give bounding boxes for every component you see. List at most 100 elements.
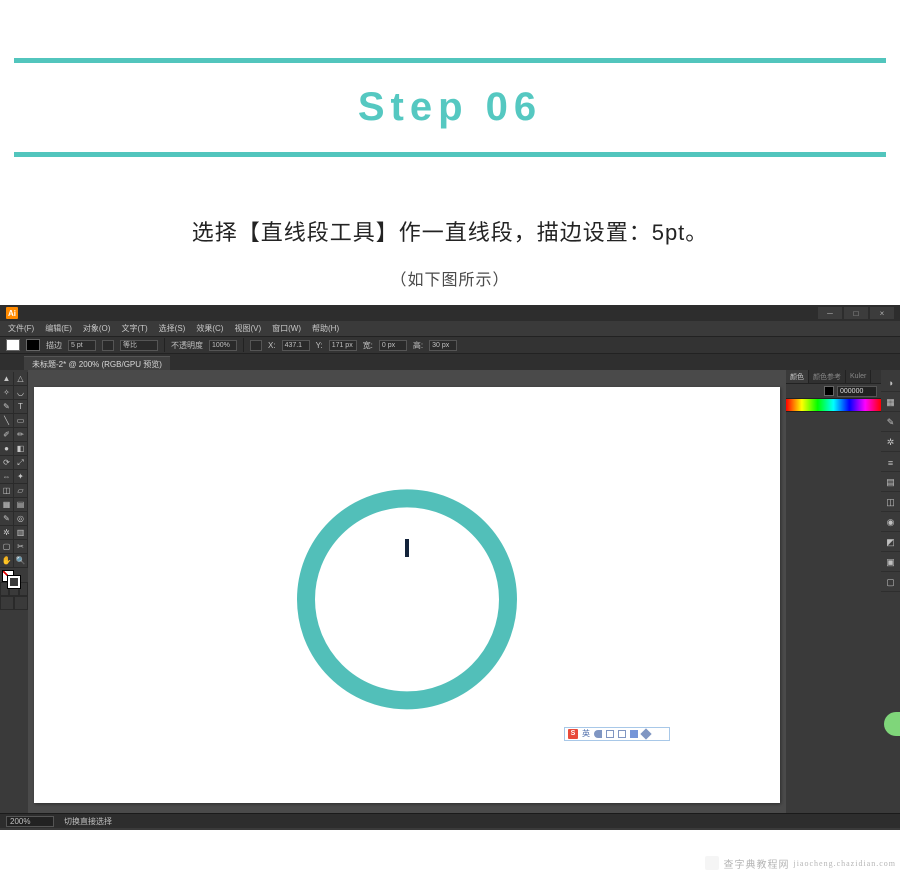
watermark-badge-icon — [705, 856, 719, 870]
menu-effect[interactable]: 效果(C) — [196, 323, 223, 334]
x-field[interactable]: 437.1 — [282, 340, 310, 351]
circle-shape — [297, 489, 517, 709]
hex-swatch[interactable] — [824, 386, 834, 396]
dock-layers-icon[interactable]: ▣ — [881, 554, 900, 572]
control-bar: 描边 5 pt 等比 不透明度 100% X: 437.1 Y: 171 px … — [0, 336, 900, 354]
shape-builder-tool-icon[interactable]: ◫ — [0, 484, 14, 498]
watermark-text: 查字典教程网 — [723, 856, 789, 871]
perspective-tool-icon[interactable]: ▱ — [14, 484, 28, 498]
dock-brushes-icon[interactable]: ✎ — [881, 414, 900, 432]
ime-settings-icon[interactable] — [640, 728, 651, 739]
stroke-label: 描边 — [46, 340, 62, 351]
ime-softkeyboard-icon[interactable] — [618, 730, 626, 738]
fill-stroke-indicator[interactable] — [0, 568, 28, 594]
menu-type[interactable]: 文字(T) — [121, 323, 147, 334]
ime-punct-icon[interactable] — [606, 730, 614, 738]
menu-window[interactable]: 窗口(W) — [272, 323, 301, 334]
graph-tool-icon[interactable]: ▥ — [14, 526, 28, 540]
y-label: Y: — [316, 341, 323, 350]
color-spectrum[interactable] — [786, 398, 881, 412]
dock-swatches-icon[interactable]: ▦ — [881, 394, 900, 412]
line-segment-shape — [405, 539, 409, 557]
screen-mode-row[interactable] — [0, 596, 28, 610]
dock-transparency-icon[interactable]: ◫ — [881, 494, 900, 512]
brush-style-dropdown[interactable]: 等比 — [120, 340, 158, 351]
direct-selection-tool-icon[interactable]: △ — [14, 372, 28, 386]
magic-wand-tool-icon[interactable]: ✧ — [0, 386, 14, 400]
stroke-profile-dropdown[interactable] — [102, 340, 114, 351]
ime-mode-label: 英 — [582, 728, 590, 739]
lasso-tool-icon[interactable]: ◡ — [14, 386, 28, 400]
menu-view[interactable]: 视图(V) — [234, 323, 261, 334]
blend-tool-icon[interactable]: ◎ — [14, 512, 28, 526]
hand-tool-icon[interactable]: ✋ — [0, 554, 14, 568]
width-tool-icon[interactable]: ⇔ — [0, 470, 14, 484]
type-tool-icon[interactable]: T — [14, 400, 28, 414]
mesh-tool-icon[interactable]: ▦ — [0, 498, 14, 512]
statusbar: 200% 切换直接选择 — [0, 813, 900, 828]
dock-gradient-icon[interactable]: ▤ — [881, 474, 900, 492]
fill-swatch[interactable] — [6, 339, 20, 351]
menu-edit[interactable]: 编辑(E) — [45, 323, 72, 334]
window-close-button[interactable]: × — [870, 307, 894, 319]
menu-help[interactable]: 帮助(H) — [312, 323, 339, 334]
slice-tool-icon[interactable]: ✂ — [14, 540, 28, 554]
zoom-tool-icon[interactable]: 🔍 — [14, 554, 28, 568]
canvas-area: S 英 — [28, 370, 786, 813]
rotate-tool-icon[interactable]: ⟳ — [0, 456, 14, 470]
menu-object[interactable]: 对象(O) — [83, 323, 111, 334]
workspace: ▲ △ ✧ ◡ ✎ T ╲ ▭ ✐ ✏ ● ◧ ⟳ ⤢ ⇔ ✦ ◫ ▱ ▦ ▤ … — [0, 370, 900, 813]
ime-toolbar[interactable]: S 英 — [564, 727, 670, 741]
illustrator-logo-icon: Ai — [6, 307, 18, 319]
artboard-tool-icon[interactable]: ▢ — [0, 540, 14, 554]
free-transform-tool-icon[interactable]: ✦ — [14, 470, 28, 484]
panel-tab-colorguide[interactable]: 颜色参考 — [809, 370, 846, 383]
menubar: 文件(F) 编辑(E) 对象(O) 文字(T) 选择(S) 效果(C) 视图(V… — [0, 321, 900, 336]
h-field[interactable]: 30 px — [429, 340, 457, 351]
dock-stroke-icon[interactable]: ≡ — [881, 454, 900, 472]
menu-file[interactable]: 文件(F) — [8, 323, 34, 334]
transform-anchor-icon[interactable] — [250, 340, 262, 351]
y-field[interactable]: 171 px — [329, 340, 357, 351]
dock-artboards-icon[interactable]: ▢ — [881, 574, 900, 592]
sogou-logo-icon: S — [568, 729, 578, 739]
pen-tool-icon[interactable]: ✎ — [0, 400, 14, 414]
menu-select[interactable]: 选择(S) — [159, 323, 186, 334]
titlebar: Ai ─ □ × — [0, 305, 900, 321]
w-field[interactable]: 0 px — [379, 340, 407, 351]
dock-graphicstyles-icon[interactable]: ◩ — [881, 534, 900, 552]
line-segment-tool-icon[interactable]: ╲ — [0, 414, 14, 428]
symbol-sprayer-tool-icon[interactable]: ✲ — [0, 526, 14, 540]
dock-symbols-icon[interactable]: ✲ — [881, 434, 900, 452]
zoom-level-field[interactable]: 200% — [6, 816, 54, 827]
selection-tool-icon[interactable]: ▲ — [0, 372, 14, 386]
header-rule-bottom — [14, 152, 886, 157]
document-tab[interactable]: 未标题-2* @ 200% (RGB/GPU 预览) — [24, 356, 170, 371]
eraser-tool-icon[interactable]: ◧ — [14, 442, 28, 456]
pencil-tool-icon[interactable]: ✏ — [14, 428, 28, 442]
panel-tab-kuler[interactable]: Kuler — [846, 370, 871, 383]
opacity-field[interactable]: 100% — [209, 340, 237, 351]
eyedropper-tool-icon[interactable]: ✎ — [0, 512, 14, 526]
gradient-tool-icon[interactable]: ▤ — [14, 498, 28, 512]
paintbrush-tool-icon[interactable]: ✐ — [0, 428, 14, 442]
ime-skin-icon[interactable] — [630, 730, 638, 738]
artboard[interactable]: S 英 — [34, 387, 780, 803]
window-maximize-button[interactable]: □ — [844, 307, 868, 319]
scale-tool-icon[interactable]: ⤢ — [14, 456, 28, 470]
blob-brush-tool-icon[interactable]: ● — [0, 442, 14, 456]
window-minimize-button[interactable]: ─ — [818, 307, 842, 319]
instruction-text: 选择【直线段工具】作一直线段，描边设置：5pt。 — [0, 215, 900, 247]
x-label: X: — [268, 341, 276, 350]
panel-tab-color[interactable]: 颜色 — [786, 370, 809, 383]
header-rule-top — [14, 58, 886, 63]
stroke-swatch[interactable] — [26, 339, 40, 351]
hex-field[interactable]: 000000 — [837, 386, 877, 397]
ime-moon-icon[interactable] — [594, 730, 602, 738]
stroke-weight-field[interactable]: 5 pt — [68, 340, 96, 351]
rectangle-tool-icon[interactable]: ▭ — [14, 414, 28, 428]
right-dock: ◑ ▦ ✎ ✲ ≡ ▤ ◫ ◉ ◩ ▣ ▢ — [881, 370, 900, 813]
h-label: 高: — [413, 340, 423, 351]
dock-appearance-icon[interactable]: ◉ — [881, 514, 900, 532]
dock-color-icon[interactable]: ◑ — [881, 374, 900, 392]
